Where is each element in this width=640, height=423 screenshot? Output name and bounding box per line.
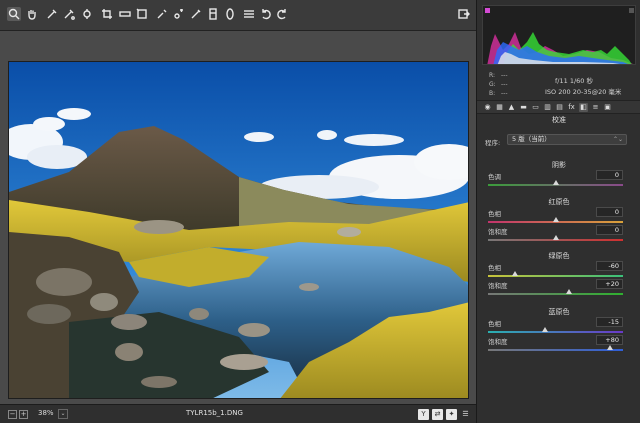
red-eye-icon[interactable] bbox=[172, 7, 186, 21]
green-hue-thumb[interactable] bbox=[512, 271, 518, 276]
transform-tab-icon[interactable]: ▤ bbox=[555, 103, 564, 112]
green-saturation-value[interactable]: +20 bbox=[596, 279, 623, 289]
rotate-left-icon[interactable] bbox=[259, 7, 273, 21]
zoom-out-button[interactable]: − bbox=[8, 410, 17, 419]
before-after-y-icon[interactable]: Y bbox=[418, 409, 429, 420]
red-saturation-label: 饱和度 bbox=[488, 228, 508, 236]
spot-removal-icon[interactable] bbox=[155, 7, 169, 21]
program-select[interactable]: 5 版（当前） ⌃⌄ bbox=[507, 134, 627, 145]
white-balance-icon[interactable] bbox=[45, 7, 59, 21]
effects-tab-icon[interactable]: fx bbox=[567, 103, 576, 112]
g-value: --- bbox=[501, 81, 508, 88]
straighten-icon[interactable] bbox=[118, 7, 132, 21]
red-hue-label: 色相 bbox=[488, 210, 501, 218]
group-title-blue: 蓝原色 bbox=[548, 308, 570, 316]
crop-icon[interactable] bbox=[100, 7, 114, 21]
green-saturation-thumb[interactable] bbox=[566, 289, 572, 294]
transform-icon[interactable] bbox=[135, 7, 149, 21]
color-sampler-icon[interactable] bbox=[62, 7, 76, 21]
split-toning-tab-icon[interactable]: ▭ bbox=[531, 103, 540, 112]
r-value: --- bbox=[501, 72, 508, 79]
copy-settings-icon[interactable]: ✦ bbox=[446, 409, 457, 420]
hand-icon[interactable] bbox=[25, 7, 39, 21]
blue-saturation-thumb[interactable] bbox=[606, 345, 613, 350]
red-saturation-thumb[interactable] bbox=[552, 235, 559, 240]
blue-saturation-label: 饱和度 bbox=[488, 338, 508, 346]
blue-hue-thumb[interactable] bbox=[542, 327, 549, 332]
b-value: --- bbox=[501, 90, 508, 97]
graduated-filter-icon[interactable] bbox=[206, 7, 220, 21]
histogram bbox=[482, 5, 636, 65]
green-saturation-slider[interactable] bbox=[488, 293, 623, 295]
program-value: 5 版（当前） bbox=[512, 135, 551, 143]
green-saturation-label: 饱和度 bbox=[488, 282, 508, 290]
group-title-red: 红原色 bbox=[548, 198, 570, 206]
basic-tab-icon[interactable]: ◉ bbox=[483, 103, 492, 112]
toolbar bbox=[0, 0, 476, 31]
shadow-clipping-icon[interactable] bbox=[485, 8, 490, 13]
right-panel: R: --- G: --- B: --- f/11 1/60 秒 ISO 200… bbox=[476, 0, 640, 423]
histogram-graph bbox=[485, 8, 634, 64]
green-hue-slider[interactable] bbox=[488, 275, 623, 277]
photo-preview[interactable] bbox=[8, 61, 469, 399]
blue-hue-value[interactable]: -15 bbox=[596, 317, 623, 327]
zoom-level[interactable]: 38% bbox=[38, 409, 54, 417]
red-hue-value[interactable]: 0 bbox=[596, 207, 623, 217]
r-label: R: bbox=[489, 72, 496, 79]
radial-filter-icon[interactable] bbox=[223, 7, 237, 21]
panel-tabs: ◉ ▦ ▲ ▬ ▭ ▥ ▤ fx ◧ ≡ ▣ bbox=[477, 100, 640, 114]
calibration-tab-icon[interactable]: ◧ bbox=[579, 102, 588, 112]
program-label: 程序: bbox=[485, 139, 501, 147]
tone-curve-tab-icon[interactable]: ▦ bbox=[495, 103, 504, 112]
blue-hue-slider[interactable] bbox=[488, 331, 623, 333]
green-hue-value[interactable]: -60 bbox=[596, 261, 623, 271]
blue-saturation-slider[interactable] bbox=[488, 349, 623, 351]
adjustment-brush-icon[interactable] bbox=[189, 7, 203, 21]
panel-title: 校准 bbox=[552, 116, 566, 124]
zoom-in-button[interactable]: + bbox=[19, 410, 28, 419]
shadows-tint-value[interactable]: 0 bbox=[596, 170, 623, 180]
filename: TYLR15b_1.DNG bbox=[186, 409, 243, 417]
blue-hue-label: 色相 bbox=[488, 320, 501, 328]
blue-saturation-value[interactable]: +80 bbox=[596, 335, 623, 345]
camera-info: R: --- G: --- B: --- f/11 1/60 秒 ISO 200… bbox=[487, 70, 637, 100]
targeted-adjust-icon[interactable] bbox=[80, 7, 94, 21]
iso-lens: ISO 200 20-35@20 毫米 bbox=[545, 88, 622, 96]
red-hue-thumb[interactable] bbox=[552, 217, 559, 222]
landscape-photo bbox=[9, 62, 468, 398]
shadows-tint-label: 色调 bbox=[488, 173, 501, 181]
snapshots-tab-icon[interactable]: ▣ bbox=[603, 103, 612, 112]
preview-settings-icon[interactable]: ☰ bbox=[460, 409, 471, 420]
rotate-right-icon[interactable] bbox=[275, 7, 289, 21]
presets-tab-icon[interactable]: ≡ bbox=[591, 103, 600, 112]
preferences-icon[interactable] bbox=[242, 7, 256, 21]
detail-tab-icon[interactable]: ▲ bbox=[507, 103, 516, 112]
group-title-green: 绿原色 bbox=[548, 252, 570, 260]
before-after-swap-icon[interactable]: ⇄ bbox=[432, 409, 443, 420]
green-hue-label: 色相 bbox=[488, 264, 501, 272]
zoom-dropdown-icon[interactable]: ⌄ bbox=[58, 409, 68, 419]
chevron-down-icon: ⌃⌄ bbox=[612, 136, 623, 143]
g-label: G: bbox=[489, 81, 496, 88]
fullscreen-icon[interactable] bbox=[457, 7, 471, 21]
red-saturation-value[interactable]: 0 bbox=[596, 225, 623, 235]
lens-tab-icon[interactable]: ▥ bbox=[543, 103, 552, 112]
b-label: B: bbox=[489, 90, 496, 97]
hsl-tab-icon[interactable]: ▬ bbox=[519, 103, 528, 112]
zoom-icon[interactable] bbox=[7, 7, 21, 21]
shadows-tint-thumb[interactable] bbox=[552, 180, 559, 185]
image-canvas[interactable] bbox=[0, 31, 476, 404]
highlight-clipping-icon[interactable] bbox=[629, 8, 634, 13]
status-bar: − + 38% ⌄ TYLR15b_1.DNG Y ⇄ ✦ ☰ bbox=[0, 404, 476, 423]
group-title-shadows: 阴影 bbox=[552, 161, 566, 169]
aperture-shutter: f/11 1/60 秒 bbox=[555, 77, 593, 85]
